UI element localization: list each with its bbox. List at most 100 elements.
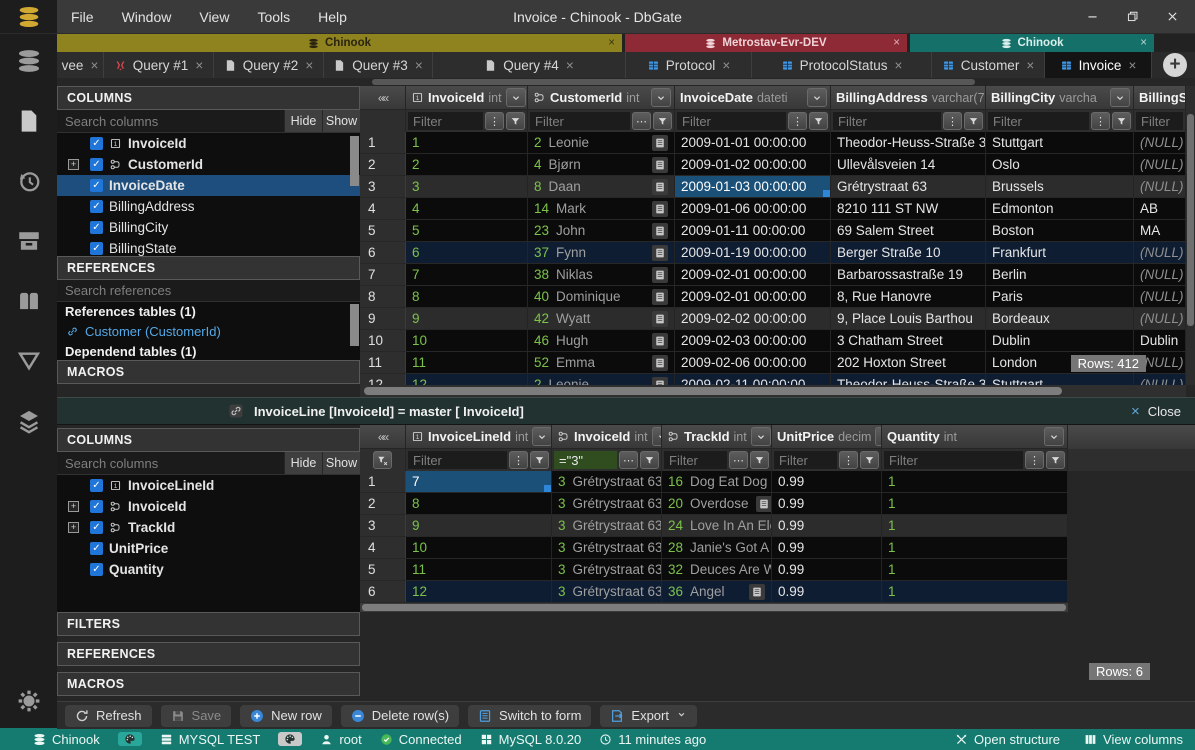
column-header-quantity[interactable]: Quantityint [882, 425, 1068, 449]
status-chinook[interactable]: Chinook [33, 732, 100, 747]
column-dropdown-button[interactable] [651, 88, 671, 107]
cell-customerid[interactable]: 4Bjørn [528, 154, 675, 175]
tab-close-icon[interactable]: × [195, 58, 203, 73]
filter-input-invoicelineid[interactable]: Filter [408, 451, 507, 469]
cell-customerid[interactable]: 14Mark [528, 198, 675, 219]
cell-billingstate[interactable]: (NULL) [1134, 264, 1186, 285]
cell-billingaddress[interactable]: 9, Place Louis Barthou [831, 308, 986, 329]
tab-group-chinook-2[interactable]: Chinook× [910, 34, 1154, 52]
checkbox-icon[interactable]: ✓ [90, 200, 103, 213]
cell-billingaddress[interactable]: 3 Chatham Street [831, 330, 986, 351]
book-icon[interactable] [16, 288, 42, 314]
reference-link-customer[interactable]: Customer (CustomerId) [57, 321, 360, 342]
cell-invoiceid[interactable]: 11 [406, 352, 528, 373]
tab-close-icon[interactable]: × [90, 58, 98, 73]
column-tree-item-billingaddress[interactable]: ✓ BillingAddress [57, 196, 360, 217]
filter-menu-button[interactable]: ⋯ [632, 112, 651, 130]
cell-invoiceid[interactable]: 4 [406, 198, 528, 219]
columns-section-header[interactable]: COLUMNS [57, 428, 360, 452]
column-header-billingstate[interactable]: BillingState [1134, 86, 1186, 110]
cell-billingcity[interactable]: Bordeaux [986, 308, 1134, 329]
filter-funnel-button[interactable] [653, 112, 672, 130]
cell-invoiceid[interactable]: 9 [406, 308, 528, 329]
cell-invoicelineid[interactable]: 11 [406, 559, 552, 580]
row-number[interactable]: 10 [360, 330, 406, 351]
tab-protocol[interactable]: Protocol× [626, 52, 752, 78]
tab-invoice[interactable]: Invoice× [1045, 52, 1152, 78]
status-open-structure[interactable]: Open structure [955, 732, 1060, 747]
cell-invoiceid[interactable]: 5 [406, 220, 528, 241]
filter-funnel-button[interactable] [530, 451, 549, 469]
cell-invoiceid[interactable]: 3Grétrystraat 63 [552, 537, 662, 558]
tab-close-icon[interactable]: × [415, 58, 423, 73]
cell-invoicelineid[interactable]: 9 [406, 515, 552, 536]
filter-menu-button[interactable]: ⋮ [1091, 112, 1110, 130]
cell-invoicedate[interactable]: 2009-01-03 00:00:00 [675, 176, 831, 197]
column-dropdown-button[interactable] [506, 88, 526, 107]
row-number[interactable]: 12 [360, 374, 406, 385]
tab-query-2[interactable]: Query #2× [214, 52, 324, 78]
tab-close-icon[interactable]: × [1128, 58, 1136, 73]
filter-menu-button[interactable]: ⋯ [729, 451, 748, 469]
cell-trackid[interactable]: 36Angel [662, 581, 772, 602]
row-number[interactable]: 6 [360, 581, 406, 602]
cell-billingstate[interactable]: (NULL) [1134, 176, 1186, 197]
minimize-icon[interactable] [1086, 10, 1099, 23]
macros-section-header[interactable]: MACROS [57, 672, 360, 696]
cell-invoicedate[interactable]: 2009-02-01 00:00:00 [675, 286, 831, 307]
tab-close-icon[interactable]: × [722, 58, 730, 73]
cell-trackid[interactable]: 20Overdose [662, 493, 772, 514]
cell-billingaddress[interactable]: Barbarossastraße 19 [831, 264, 986, 285]
tab-protocolstatus[interactable]: ProtocolStatus× [752, 52, 932, 78]
checkbox-icon[interactable]: ✓ [90, 242, 103, 255]
status-root[interactable]: root [320, 732, 361, 747]
restore-icon[interactable] [1126, 10, 1139, 23]
column-tree-item-invoicelineid[interactable]: ✓ 1 InvoiceLineId [57, 475, 360, 496]
status-mysql-8-0-20[interactable]: MySQL 8.0.20 [480, 732, 582, 747]
selection-handle[interactable] [544, 485, 551, 492]
filter-input-invoiceid[interactable]: Filter [408, 112, 483, 130]
new-row-button[interactable]: New row [240, 705, 332, 727]
search-references-input[interactable]: Search references [57, 280, 360, 301]
filter-funnel-button[interactable] [860, 451, 879, 469]
cell-customerid[interactable]: 2Leonie [528, 132, 675, 153]
cell-invoicedate[interactable]: 2009-02-06 00:00:00 [675, 352, 831, 373]
tab-vee[interactable]: vee× [57, 52, 104, 78]
cell-invoicedate[interactable]: 2009-02-02 00:00:00 [675, 308, 831, 329]
checkbox-icon[interactable]: ✓ [90, 158, 103, 171]
cell-customerid[interactable]: 38Niklas [528, 264, 675, 285]
cell-invoicedate[interactable]: 2009-01-02 00:00:00 [675, 154, 831, 175]
column-tree-item-invoiceid[interactable]: ✓ 1 InvoiceId [57, 133, 360, 154]
cell-billingstate[interactable]: (NULL) [1134, 154, 1186, 175]
checkbox-icon[interactable]: ✓ [90, 500, 103, 513]
column-tree-item-invoiceid[interactable]: + ✓ InvoiceId [57, 496, 360, 517]
cell-quantity[interactable]: 1 [882, 559, 1068, 580]
tab-query-3[interactable]: Query #3× [324, 52, 433, 78]
cell-trackid[interactable]: 32Deuces Are Wild [662, 559, 772, 580]
row-number[interactable]: 3 [360, 515, 406, 536]
cell-invoicelineid[interactable]: 10 [406, 537, 552, 558]
tab-customer[interactable]: Customer× [932, 52, 1045, 78]
cell-invoicedate[interactable]: 2009-01-06 00:00:00 [675, 198, 831, 219]
scrollbar-thumb[interactable] [350, 136, 359, 186]
filter-triangle-icon[interactable] [16, 348, 42, 374]
column-dropdown-button[interactable] [1110, 88, 1130, 107]
cell-billingaddress[interactable]: Berger Straße 10 [831, 242, 986, 263]
menu-tools[interactable]: Tools [243, 9, 304, 25]
cell-billingcity[interactable]: Edmonton [986, 198, 1134, 219]
close-icon[interactable]: × [1140, 37, 1147, 49]
cell-billingstate[interactable]: (NULL) [1134, 286, 1186, 307]
filter-funnel-button[interactable] [750, 451, 769, 469]
collapse-columns-button[interactable]: «« [360, 425, 406, 449]
tab-close-icon[interactable]: × [894, 58, 902, 73]
filter-menu-button[interactable]: ⋮ [943, 112, 962, 130]
cell-invoiceid[interactable]: 10 [406, 330, 528, 351]
menu-view[interactable]: View [185, 9, 243, 25]
status-view-columns[interactable]: View columns [1084, 732, 1183, 747]
cell-invoiceid[interactable]: 3Grétrystraat 63 [552, 493, 662, 514]
cell-customerid[interactable]: 23John [528, 220, 675, 241]
filter-input-trackid[interactable]: Filter [664, 451, 727, 469]
cell-billingstate[interactable]: (NULL) [1134, 374, 1186, 385]
cell-invoicedate[interactable]: 2009-01-19 00:00:00 [675, 242, 831, 263]
cell-unitprice[interactable]: 0.99 [772, 493, 882, 514]
